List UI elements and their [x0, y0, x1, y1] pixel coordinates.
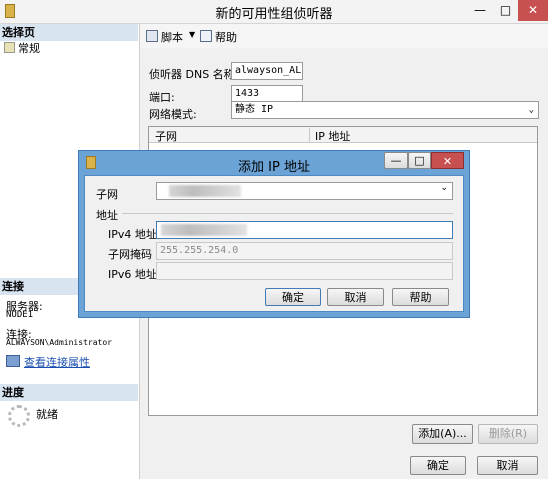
address-group-label: 地址 [96, 209, 118, 222]
dialog-minimize-button[interactable]: — [384, 152, 408, 169]
ipv4-label: IPv4 地址 [108, 228, 157, 241]
select-page-header: 选择页 [0, 24, 138, 41]
view-connection-properties[interactable]: 查看连接属性 [6, 354, 136, 369]
connection-value: ALWAYSON\Administrator [6, 338, 112, 347]
dns-name-label: 侦听器 DNS 名称: [149, 68, 239, 81]
page-item-general[interactable]: 常规 [4, 40, 124, 55]
window-title: 新的可用性组侦听器 [215, 7, 333, 22]
dns-name-input[interactable]: alwayson_AL [231, 62, 303, 80]
subnet-mask-input[interactable]: 255.255.254.0 [156, 242, 453, 260]
help-toolbar-button[interactable]: 帮助 [200, 29, 246, 44]
subnet-mask-label: 子网掩码 [108, 248, 152, 261]
subnet-select[interactable]: ⌄ [156, 182, 453, 200]
close-button[interactable]: ✕ [518, 0, 548, 21]
remove-button[interactable]: 删除(R) [478, 424, 538, 444]
script-dropdown-icon[interactable]: ▼ [189, 30, 195, 39]
network-mode-select[interactable]: 静态 IP ⌄ [231, 101, 539, 119]
subnet-label: 子网 [96, 188, 118, 201]
subnet-value-redacted [169, 185, 241, 197]
page-icon [4, 42, 15, 53]
properties-icon [6, 355, 20, 367]
grid-col-subnet[interactable]: 子网 [155, 128, 310, 143]
address-group-divider [122, 213, 453, 214]
minimize-button[interactable]: — [467, 0, 493, 21]
maximize-button[interactable]: □ [493, 0, 518, 21]
dialog-close-button[interactable]: ✕ [431, 152, 464, 169]
ipv6-label: IPv6 地址 [108, 268, 157, 281]
network-mode-value: 静态 IP [235, 104, 274, 115]
progress-status: 就绪 [36, 408, 58, 421]
port-label: 端口: [149, 91, 175, 104]
add-button[interactable]: 添加(A)... [412, 424, 473, 444]
grid-header: 子网 IP 地址 [149, 127, 537, 143]
help-icon [200, 30, 212, 42]
dialog-help-button[interactable]: 帮助 [392, 288, 449, 306]
ok-button[interactable]: 确定 [410, 456, 466, 475]
window-titlebar: 新的可用性组侦听器 — □ ✕ [0, 0, 548, 24]
view-properties-link[interactable]: 查看连接属性 [24, 356, 90, 369]
ipv4-value-redacted [161, 224, 247, 236]
progress-spinner-icon [8, 405, 30, 427]
chevron-down-icon: ⌄ [528, 105, 534, 115]
ipv4-input[interactable] [156, 221, 453, 239]
ipv6-input[interactable] [156, 262, 453, 280]
grid-col-ip[interactable]: IP 地址 [315, 128, 350, 144]
page-item-label: 常规 [18, 42, 40, 55]
progress-header: 进度 [0, 384, 138, 401]
script-label: 脚本 [161, 31, 183, 44]
script-icon [146, 30, 158, 42]
subnet-chevron-down-icon: ⌄ [440, 183, 448, 193]
dialog-cancel-button[interactable]: 取消 [327, 288, 384, 306]
network-mode-label: 网络模式: [149, 108, 197, 121]
dialog-ok-button[interactable]: 确定 [265, 288, 321, 306]
dialog-maximize-button[interactable]: □ [408, 152, 431, 169]
help-toolbar-label: 帮助 [215, 31, 237, 44]
cancel-button[interactable]: 取消 [477, 456, 538, 475]
server-value: NODE1 [6, 310, 34, 320]
